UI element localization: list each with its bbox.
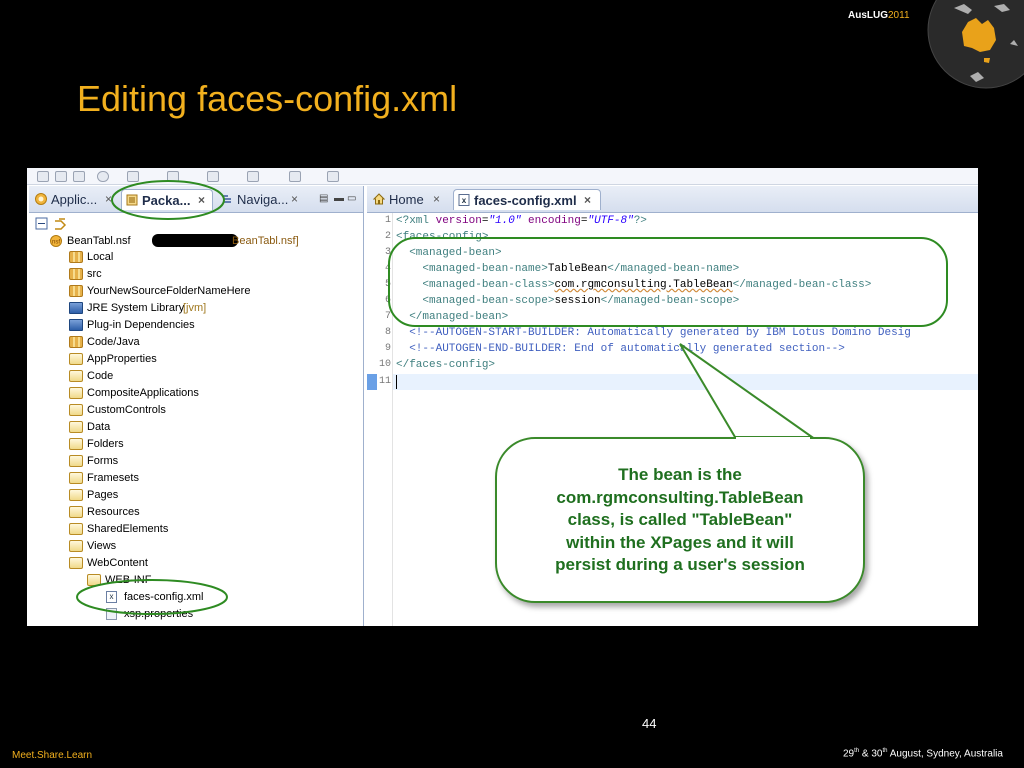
- page-number: 44: [642, 716, 657, 731]
- footer-event-date: 29th & 30th August, Sydney, Australia: [843, 748, 1003, 759]
- footer-tagline: Meet.Share.Learn: [12, 750, 93, 761]
- callout-line: com.rgmconsulting.TableBean: [556, 487, 804, 507]
- date-part: August, Sydney, Australia: [887, 748, 1003, 760]
- callout-line: class, is called "TableBean": [567, 510, 793, 529]
- callout-line: The bean is the: [618, 465, 742, 484]
- date-part: &: [859, 748, 872, 760]
- date-part: 29: [843, 748, 855, 760]
- callout-text: The bean is the com.rgmconsulting.TableB…: [520, 464, 840, 577]
- date-part: 30: [871, 748, 883, 760]
- callout-pointer-joint: [736, 437, 810, 441]
- callout-line: persist during a user's session: [555, 555, 805, 574]
- callout-line: within the XPages and it will: [566, 532, 794, 552]
